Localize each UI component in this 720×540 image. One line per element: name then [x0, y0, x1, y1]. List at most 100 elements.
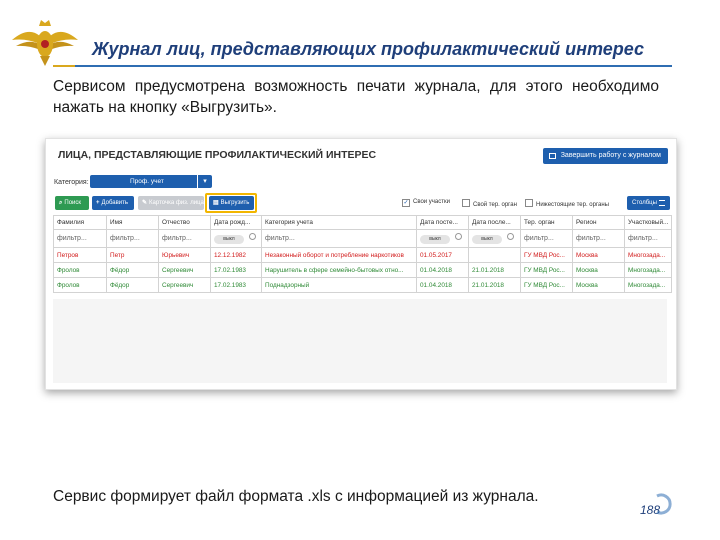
- table-cell: Поднадзорный: [261, 277, 417, 293]
- table-cell: 17.02.1983: [210, 277, 262, 293]
- table-cell: Петров: [53, 247, 107, 263]
- filter-input[interactable]: фильтр...: [106, 229, 159, 248]
- checkbox-label: Нижестоящие тер. органы: [536, 202, 609, 208]
- table-cell: 17.02.1983: [210, 262, 262, 278]
- app-page-title: ЛИЦА, ПРЕДСТАВЛЯЮЩИЕ ПРОФИЛАКТИЧЕСКИЙ ИН…: [58, 149, 377, 161]
- checkbox-box-checked: ✓: [402, 199, 410, 207]
- category-label: Категория:: [54, 179, 89, 186]
- search-icon: ⌕: [59, 200, 63, 206]
- table-cell: Нарушитель в сфере семейно-бытовых отно.…: [261, 262, 417, 278]
- table-cell: Многозада...: [623, 247, 673, 263]
- finish-journal-button[interactable]: Завершить работу с журналом: [542, 148, 668, 164]
- search-label: Поиск: [64, 200, 82, 206]
- column-header[interactable]: Дата посте...: [416, 215, 469, 230]
- table-cell: ГУ МВД Рос...: [520, 247, 573, 263]
- menu-lines-icon: [659, 200, 665, 206]
- table-cell: Петр: [106, 247, 159, 263]
- table-cell: ГУ МВД Рос...: [520, 277, 573, 293]
- table-row[interactable]: Фролов Фёдор Сергеевич 17.02.1983 Наруши…: [53, 262, 673, 278]
- date-filter[interactable]: выкл: [468, 229, 521, 248]
- add-label: Добавить: [101, 200, 129, 206]
- table-cell: Фролов: [53, 262, 107, 278]
- category-value: Проф. учет: [130, 178, 164, 185]
- title-rule: [75, 65, 672, 67]
- filter-input[interactable]: фильтр...: [158, 229, 211, 248]
- checkbox-label: Свои участки: [413, 199, 450, 205]
- filter-input[interactable]: фильтр...: [623, 229, 673, 248]
- checkbox-box: [462, 199, 470, 207]
- table-cell: Юрьевич: [158, 247, 211, 263]
- checkbox-own-territorial-body[interactable]: Свой тер. орган: [462, 199, 517, 208]
- search-icon: [455, 233, 462, 240]
- pencil-icon: ✎: [142, 200, 148, 206]
- plus-icon: +: [96, 200, 100, 206]
- table-cell: 21.01.2018: [468, 277, 521, 293]
- column-header[interactable]: Имя: [106, 215, 159, 230]
- table-cell: Незаконный оборот и потребление наркотик…: [261, 247, 417, 263]
- date-filter[interactable]: выкл: [210, 229, 262, 248]
- date-filter-toggle[interactable]: выкл: [214, 235, 244, 244]
- page-arc-icon: [656, 493, 672, 515]
- app-screenshot: ЛИЦА, ПРЕДСТАВЛЯЮЩИЕ ПРОФИЛАКТИЧЕСКИЙ ИН…: [45, 138, 677, 390]
- table-cell: 01.04.2018: [416, 262, 469, 278]
- columns-label: Столбцы: [632, 200, 657, 206]
- table-cell: ГУ МВД Рос...: [520, 262, 573, 278]
- column-header[interactable]: Участковый...: [623, 215, 673, 230]
- date-filter-toggle[interactable]: выкл: [420, 235, 450, 244]
- double-headed-eagle-emblem: [12, 20, 78, 66]
- filter-input[interactable]: фильтр...: [53, 229, 107, 248]
- table-cell: Москва: [572, 262, 625, 278]
- table-cell: Фёдор: [106, 262, 159, 278]
- checkbox-own-sections[interactable]: ✓ Свои участки: [402, 199, 450, 207]
- column-header[interactable]: Категория учета: [261, 215, 417, 230]
- column-header[interactable]: Регион: [572, 215, 625, 230]
- column-header[interactable]: Фамилия: [53, 215, 107, 230]
- table-row[interactable]: Фролов Фёдор Сергеевич 17.02.1983 Поднад…: [53, 277, 673, 293]
- table-cell: 01.05.2017: [416, 247, 469, 263]
- category-select[interactable]: Проф. учет ▾: [90, 175, 212, 188]
- exit-icon: [548, 153, 556, 159]
- column-header[interactable]: Дата после...: [468, 215, 521, 230]
- add-button[interactable]: + Добавить: [92, 196, 134, 210]
- table-cell: 01.04.2018: [416, 277, 469, 293]
- title-rule-accent: [53, 65, 75, 67]
- columns-button[interactable]: Столбцы: [627, 196, 670, 210]
- table-cell: Москва: [572, 247, 625, 263]
- journal-table: Фамилия Имя Отчество Дата рожд... Катего…: [53, 215, 673, 293]
- filter-input[interactable]: фильтр...: [261, 229, 417, 248]
- table-cell: Многозада...: [623, 277, 673, 293]
- slide-title: Журнал лиц, представляющих профилактичес…: [92, 39, 644, 59]
- export-highlight-frame: [205, 193, 257, 213]
- filter-input[interactable]: фильтр...: [572, 229, 625, 248]
- table-cell: [468, 247, 521, 263]
- search-icon: [249, 233, 256, 240]
- person-card-button[interactable]: ✎ Карточка физ. лица: [138, 196, 204, 210]
- chevron-down-icon: ▾: [197, 175, 212, 188]
- search-button[interactable]: ⌕ Поиск: [55, 196, 89, 210]
- table-header-row: Фамилия Имя Отчество Дата рожд... Катего…: [53, 215, 673, 230]
- table-cell: Сергеевич: [158, 262, 211, 278]
- table-empty-area: [53, 299, 667, 383]
- person-card-label: Карточка физ. лица: [149, 200, 204, 206]
- date-filter-toggle[interactable]: выкл: [472, 235, 502, 244]
- intro-text: Сервисом предусмотрена возможность печат…: [53, 78, 659, 116]
- column-header[interactable]: Отчество: [158, 215, 211, 230]
- column-header[interactable]: Дата рожд...: [210, 215, 262, 230]
- table-cell: Многозада...: [623, 262, 673, 278]
- checkbox-label: Свой тер. орган: [473, 202, 517, 208]
- search-icon: [507, 233, 514, 240]
- column-header[interactable]: Тер. орган: [520, 215, 573, 230]
- finish-journal-label: Завершить работу с журналом: [560, 152, 661, 159]
- checkbox-subordinate-bodies[interactable]: Нижестоящие тер. органы: [525, 199, 609, 208]
- table-cell: 21.01.2018: [468, 262, 521, 278]
- filter-input[interactable]: фильтр...: [520, 229, 573, 248]
- filter-row: фильтр... фильтр... фильтр... выкл фильт…: [53, 229, 673, 248]
- checkbox-box: [525, 199, 533, 207]
- table-cell: Сергеевич: [158, 277, 211, 293]
- date-filter[interactable]: выкл: [416, 229, 469, 248]
- table-cell: 12.12.1982: [210, 247, 262, 263]
- bottom-note: Сервис формирует файл формата .xls с инф…: [53, 488, 539, 505]
- table-cell: Фролов: [53, 277, 107, 293]
- table-cell: Москва: [572, 277, 625, 293]
- table-row[interactable]: Петров Петр Юрьевич 12.12.1982 Незаконны…: [53, 247, 673, 263]
